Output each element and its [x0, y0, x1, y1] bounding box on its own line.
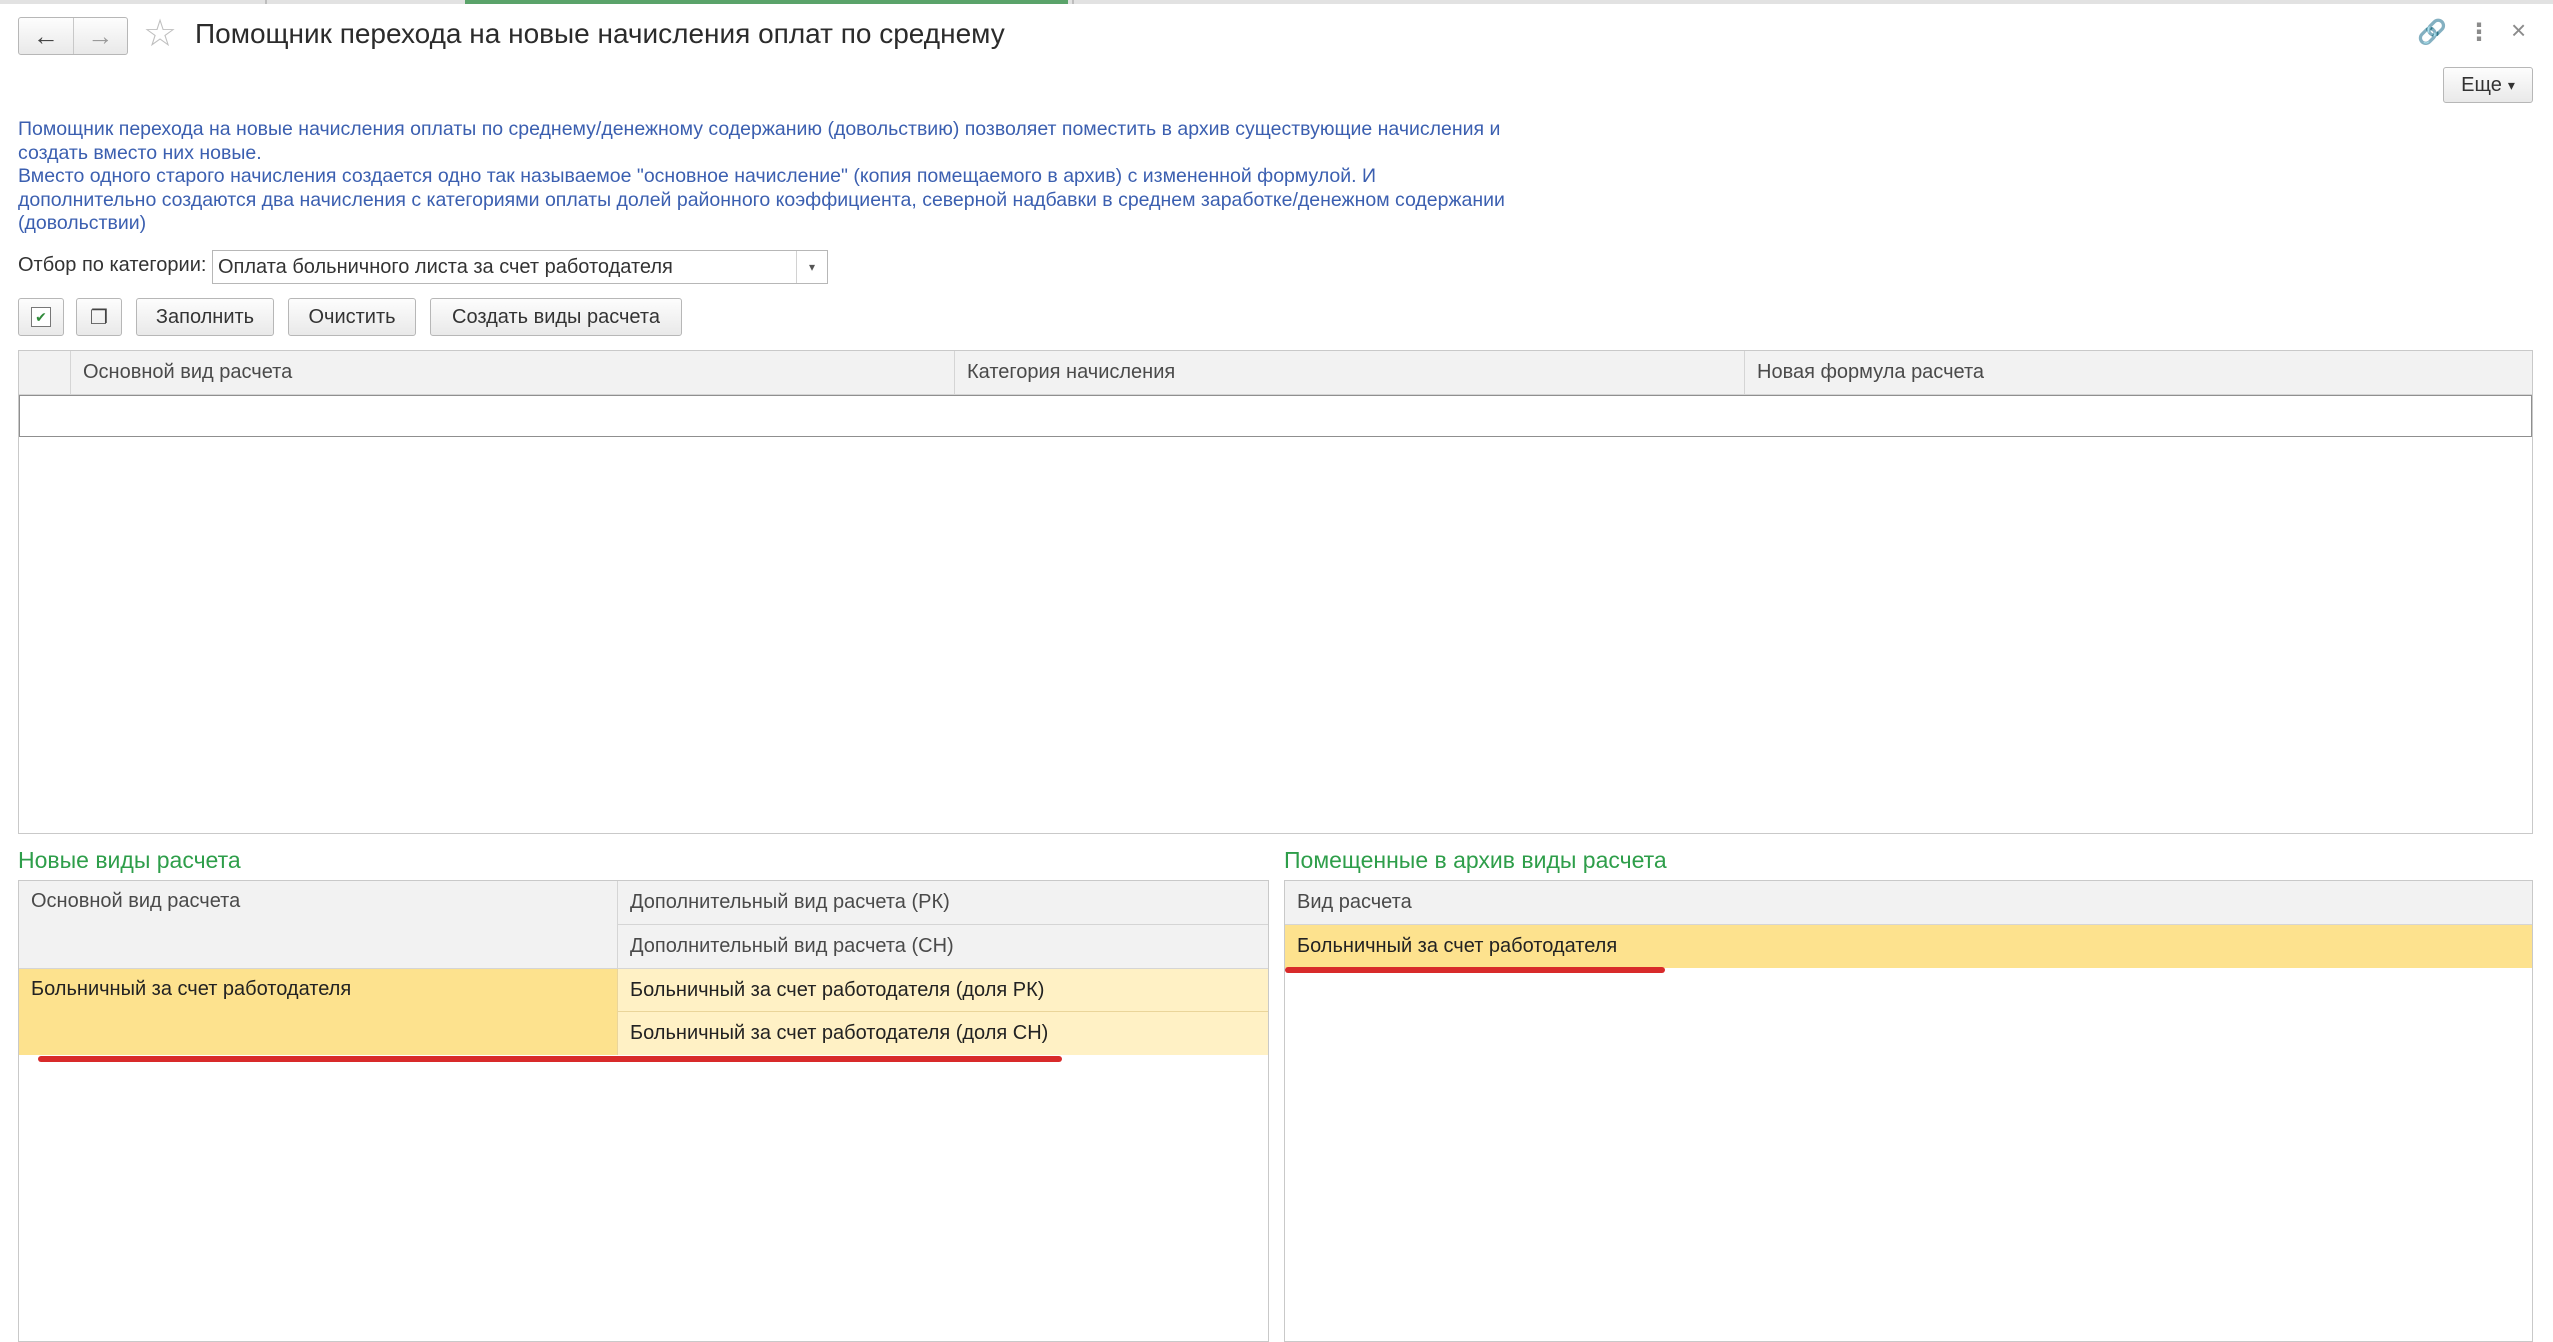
column-header-main-type[interactable]: Основной вид расчета: [19, 881, 618, 969]
create-calc-types-button[interactable]: Создать виды расчета: [430, 298, 682, 336]
close-icon[interactable]: ×: [2511, 15, 2526, 46]
fill-button[interactable]: Заполнить: [136, 298, 274, 336]
tab-separator: [1072, 0, 1074, 4]
annotation-underline: [38, 1056, 1062, 1062]
active-tab-indicator: [465, 0, 1068, 4]
copy-icon: ❐: [90, 306, 108, 329]
column-header-main-type[interactable]: Основной вид расчета: [70, 351, 972, 394]
new-rk-type-cell[interactable]: Больничный за счет работодателя (доля РК…: [618, 969, 1268, 1012]
new-main-type-cell[interactable]: Больничный за счет работодателя: [19, 969, 618, 1055]
column-header-calc-type[interactable]: Вид расчета: [1285, 881, 2532, 925]
new-types-title: Новые виды расчета: [18, 847, 241, 873]
more-button[interactable]: Еще ▾: [2443, 67, 2533, 103]
column-header-category[interactable]: Категория начисления: [954, 351, 1744, 394]
column-header-rk[interactable]: Дополнительный вид расчета (РК): [618, 881, 1268, 925]
description-line: создать вместо них новые.: [18, 141, 262, 164]
copy-button[interactable]: ❐: [76, 298, 122, 336]
column-header-new-formula[interactable]: Новая формула расчета: [1744, 351, 2532, 394]
category-filter-select[interactable]: Оплата больничного листа за счет работод…: [212, 250, 828, 284]
check-all-icon: ✔: [31, 307, 51, 327]
back-arrow-icon: ←: [32, 20, 59, 51]
annotation-underline: [1285, 967, 1665, 973]
description-line: дополнительно создаются два начисления с…: [18, 188, 1505, 211]
main-table[interactable]: Основной вид расчета Категория начислени…: [18, 350, 2533, 834]
archived-types-title: Помещенные в архив виды расчета: [1284, 847, 1667, 873]
description-text: Помощник перехода на новые начисления оп…: [18, 118, 1578, 236]
description-line: Вместо одного старого начисления создает…: [18, 165, 1377, 187]
dropdown-arrow-icon[interactable]: ▾: [796, 251, 827, 283]
top-tab-strip: [0, 0, 2553, 4]
check-all-button[interactable]: ✔: [18, 298, 64, 336]
tab-separator: [265, 0, 267, 4]
more-button-label: Еще: [2461, 73, 2502, 96]
navigation-buttons: ← →: [18, 17, 128, 55]
more-menu-icon[interactable]: ⋮: [2467, 18, 2491, 47]
description-line: Помощник перехода на новые начисления оп…: [18, 118, 1501, 140]
clear-button[interactable]: Очистить: [288, 298, 416, 336]
checkbox-column-header: [19, 351, 70, 394]
archived-type-row[interactable]: Больничный за счет работодателя: [1285, 925, 2532, 968]
main-table-header: Основной вид расчета Категория начислени…: [19, 351, 2532, 395]
table-row[interactable]: [19, 395, 2532, 437]
forward-button[interactable]: →: [72, 18, 128, 54]
archived-types-table[interactable]: Вид расчета Больничный за счет работодат…: [1284, 880, 2533, 1342]
description-line: (довольствии): [18, 212, 147, 234]
window-title: Помощник перехода на новые начисления оп…: [195, 18, 1005, 49]
back-button[interactable]: ←: [19, 18, 73, 54]
column-header-sn[interactable]: Дополнительный вид расчета (СН): [618, 925, 1268, 969]
filter-label: Отбор по категории:: [18, 254, 207, 276]
favorite-star-icon[interactable]: ☆: [143, 15, 177, 53]
category-filter-value: Оплата больничного листа за счет работод…: [218, 256, 673, 278]
new-sn-type-cell[interactable]: Больничный за счет работодателя (доля СН…: [618, 1012, 1268, 1055]
new-types-table[interactable]: Основной вид расчета Дополнительный вид …: [18, 880, 1269, 1342]
chevron-down-icon: ▾: [2507, 76, 2515, 93]
link-icon[interactable]: 🔗: [2417, 18, 2447, 47]
forward-arrow-icon: →: [87, 20, 114, 51]
